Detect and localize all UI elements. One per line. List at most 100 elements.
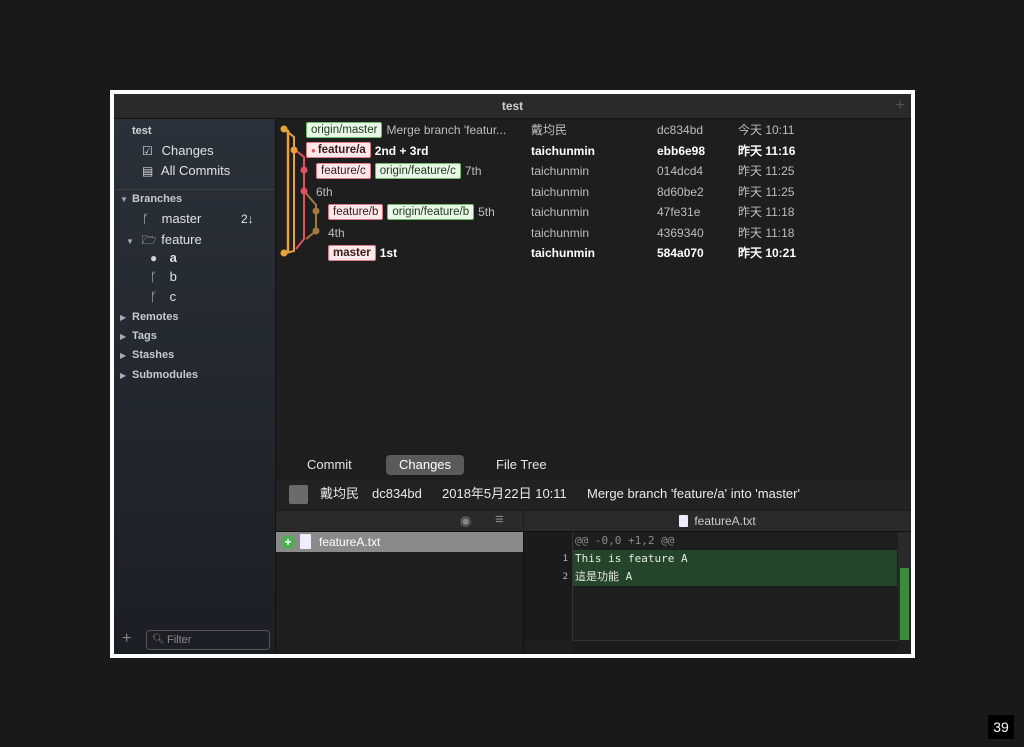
commit-date: 昨天 11:18 (738, 205, 795, 219)
tab-commit[interactable]: Commit (294, 455, 365, 475)
branch-feature-a[interactable]: ● a (150, 250, 177, 265)
file-icon (300, 534, 311, 549)
tab-file-tree[interactable]: File Tree (483, 455, 560, 475)
commit-subject: 6th (316, 182, 333, 202)
commit-hash: 8d60be2 (657, 184, 704, 199)
sidebar-item-changes[interactable]: ☑ Changes (142, 143, 214, 158)
commit-hash: dc834bd (372, 486, 422, 501)
commit-message: Merge branch 'feature/a' into 'master' (587, 486, 800, 501)
commit-author: taichunmin (531, 205, 590, 219)
commit-message: 2nd + 3rd (374, 143, 429, 158)
sidebar-item-label: All Commits (160, 163, 231, 178)
branch-folder-feature[interactable]: ▼ 🗁 feature (126, 231, 202, 252)
commit-row[interactable]: feature/b origin/feature/b 5th taichunmin 47… (276, 202, 911, 222)
diff-added-line: This is feature A (573, 550, 897, 568)
diff-header: featureA.txt (524, 511, 911, 532)
vertical-scrollbar[interactable] (898, 532, 911, 640)
branch-master[interactable]: ᚴ master (142, 211, 201, 226)
eye-icon[interactable]: ◉ (460, 513, 471, 529)
commit-subject: master 1st (328, 243, 397, 263)
ref-tag[interactable]: feature/a (306, 142, 371, 159)
current-branch-dot-icon: ● (150, 251, 158, 265)
section-remotes[interactable]: ▶ Remotes (120, 311, 178, 323)
section-branches[interactable]: ▼ Branches (120, 193, 182, 205)
ref-tag[interactable]: feature/c (316, 162, 371, 179)
commit-hash: dc834bd (657, 123, 704, 137)
commit-author: taichunmin (531, 143, 596, 158)
ref-tag[interactable]: master (328, 244, 376, 261)
ref-tag[interactable]: origin/feature/b (387, 203, 475, 220)
triangle-right-icon: ▶ (120, 332, 127, 341)
sidebar-item-label: Changes (161, 143, 214, 158)
commit-row[interactable]: origin/master Merge branch 'featur... 戴均民 d… (276, 120, 911, 140)
file-icon (679, 514, 689, 527)
triangle-right-icon: ▶ (120, 371, 127, 380)
commit-author: taichunmin (531, 246, 596, 260)
edit-icon: ☑ (142, 144, 153, 158)
commit-row[interactable]: feature/a2nd + 3rd taichunmin ebb6e98 昨天 11… (276, 141, 911, 161)
commit-hash: ebb6e98 (657, 143, 706, 158)
tab-changes[interactable]: Changes (386, 455, 465, 475)
commit-date: 昨天 11:16 (738, 143, 796, 158)
add-icon[interactable]: + (122, 630, 131, 648)
diff-added-line: 這是功能 A (573, 568, 897, 586)
section-submodules[interactable]: ▶ Submodules (120, 369, 198, 381)
commit-subject: feature/a2nd + 3rd (306, 141, 428, 161)
line-gutter: 1 2 (524, 532, 573, 640)
branch-label: c (169, 289, 177, 304)
branch-label: a (169, 250, 177, 265)
changed-files: + featureA.txt (276, 532, 524, 654)
commit-message: 6th (316, 184, 333, 199)
triangle-right-icon: ▶ (120, 313, 127, 322)
commit-subject: 4th (328, 223, 345, 243)
commit-author: taichunmin (531, 225, 590, 240)
branch-label: b (169, 269, 177, 284)
filter-placeholder: Filter (167, 634, 192, 646)
commit-hash: 47fe31e (657, 205, 701, 219)
triangle-down-icon: ▼ (120, 195, 128, 204)
commit-author: 戴均民 (531, 123, 568, 137)
file-row[interactable]: + featureA.txt (276, 532, 523, 552)
list-icon[interactable]: ≡ (495, 511, 504, 528)
commit-info-bar: 戴均民 dc834bd 2018年5月22日 10:11 Merge branc… (276, 480, 911, 510)
branch-feature-c[interactable]: ᚴ c (150, 289, 176, 304)
branch-label: master (161, 211, 202, 226)
commit-hash: 584a070 (657, 246, 704, 260)
commit-row[interactable]: 4th taichunmin 4369340 昨天 11:18 (276, 223, 911, 243)
filter-input[interactable]: 🔍︎ Filter (146, 630, 270, 650)
file-name: featureA.txt (319, 535, 381, 549)
change-marker (900, 568, 909, 640)
commit-row[interactable]: master 1st taichunmin 584a070 昨天 10:21 (276, 243, 911, 263)
window-title: test (501, 99, 524, 113)
ref-tag[interactable]: origin/master (306, 121, 383, 138)
commit-row[interactable]: 6th taichunmin 8d60be2 昨天 11:25 (276, 182, 911, 202)
commit-message: 1st (379, 246, 398, 260)
branch-icon: ᚴ (150, 270, 158, 284)
folder-icon: 🗁 (141, 233, 157, 247)
horizontal-scrollbar[interactable] (573, 640, 898, 654)
commit-author: taichunmin (531, 184, 590, 199)
commit-message: Merge branch 'featur... (386, 123, 507, 137)
ref-tag[interactable]: feature/b (328, 203, 384, 220)
section-tags[interactable]: ▶ Tags (120, 330, 157, 342)
app-window: test + test ☑ Changes ▤ All Commits ▼ Bra… (114, 94, 911, 654)
commit-date: 昨天 10:21 (738, 246, 797, 260)
added-icon: + (281, 535, 295, 549)
triangle-right-icon: ▶ (120, 351, 127, 360)
commit-date: 2018年5月22日 10:11 (442, 486, 567, 501)
section-stashes[interactable]: ▶ Stashes (120, 349, 174, 361)
files-toolbar: ◉ ≡ (276, 511, 523, 532)
diff-file-name: featureA.txt (694, 514, 756, 528)
repo-name: test (132, 125, 152, 137)
plus-icon[interactable]: + (896, 94, 905, 118)
commit-row[interactable]: feature/c origin/feature/c 7th taichunmin 01… (276, 161, 911, 181)
commit-date: 昨天 11:18 (738, 225, 795, 240)
commit-author: 戴均民 (320, 486, 360, 501)
divider (114, 189, 275, 190)
commit-date: 昨天 11:25 (738, 164, 795, 178)
commit-message: 7th (464, 164, 482, 178)
commit-subject: feature/b origin/feature/b 5th (328, 202, 495, 222)
sidebar-item-all-commits[interactable]: ▤ All Commits (142, 163, 230, 178)
ref-tag[interactable]: origin/feature/c (374, 162, 461, 179)
branch-feature-b[interactable]: ᚴ b (150, 269, 177, 284)
